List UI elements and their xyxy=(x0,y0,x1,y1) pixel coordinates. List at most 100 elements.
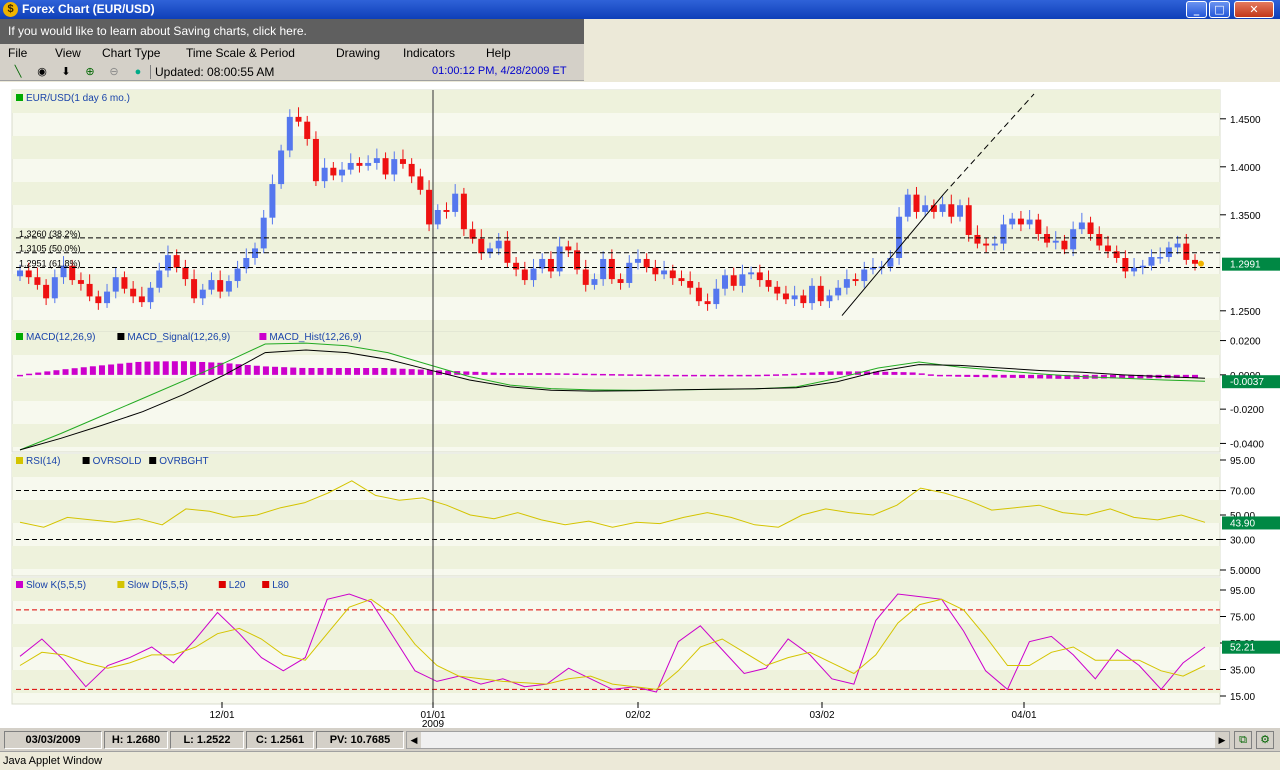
macd-hist-bar xyxy=(290,367,297,375)
candle-body xyxy=(156,270,163,288)
legend-label: Slow K(5,5,5) xyxy=(26,580,86,591)
crosshair-icon[interactable]: ◉ xyxy=(34,64,50,80)
x-tick-label: 04/01 xyxy=(1011,710,1036,721)
toolbar-separator xyxy=(150,65,151,79)
macd-hist-bar xyxy=(982,374,989,378)
candle-body xyxy=(1052,240,1059,243)
macd-hist-bar xyxy=(554,373,561,375)
close-button[interactable]: ✕ xyxy=(1234,1,1274,18)
candle-body xyxy=(800,295,807,304)
empty-header-area xyxy=(584,19,1280,82)
macd-hist-bar xyxy=(98,365,105,375)
candle-body xyxy=(95,296,102,304)
macd-hist-bar xyxy=(17,374,23,377)
macd-hist-bar xyxy=(517,373,524,375)
candle-body xyxy=(730,275,737,286)
maximize-button[interactable]: □ xyxy=(1209,1,1230,18)
candle-body xyxy=(661,270,668,275)
macd-hist-bar xyxy=(135,361,142,375)
horizontal-scrollbar[interactable]: ◀ ▶ xyxy=(406,731,1230,749)
scroll-right-arrow[interactable]: ▶ xyxy=(1215,732,1229,748)
macd-hist-bar xyxy=(882,371,889,375)
market-clock: 01:00:12 PM, 4/28/2009 ET xyxy=(432,65,567,77)
candle-body xyxy=(1148,257,1155,266)
candle-body xyxy=(382,158,389,175)
menu-help[interactable]: Help xyxy=(486,46,511,60)
y-tick-label: -0.0200 xyxy=(1230,405,1264,416)
candle-body xyxy=(782,293,789,300)
candle-body xyxy=(339,169,346,176)
status-date: 03/03/2009 xyxy=(4,731,102,749)
menu-chart-type[interactable]: Chart Type xyxy=(102,46,160,60)
candle-body xyxy=(321,167,328,182)
macd-hist-bar xyxy=(162,361,169,375)
legend-swatch xyxy=(16,333,23,340)
chart-canvas[interactable]: 1.3260 (38.2%) 1.3105 (50.0%) 1.2951 (61.8… xyxy=(0,82,1280,727)
macd-hist-bar xyxy=(581,373,588,376)
macd-hist-bar xyxy=(700,374,707,377)
current-value-label: 43.90 xyxy=(1230,518,1255,529)
candle-body xyxy=(43,284,50,299)
y-tick-label: 95.00 xyxy=(1230,456,1255,467)
candle-body xyxy=(687,281,694,288)
macd-hist-bar xyxy=(918,373,925,375)
macd-hist-bar xyxy=(609,374,616,376)
macd-hist-bar xyxy=(44,371,51,375)
arrow-down-icon[interactable]: ⬇ xyxy=(58,64,74,80)
candle-body xyxy=(643,258,650,268)
menu-indicators[interactable]: Indicators xyxy=(403,46,455,60)
candle-body xyxy=(225,281,232,292)
minimize-button[interactable]: _ xyxy=(1186,1,1207,18)
y-tick-label: 15.00 xyxy=(1230,692,1255,703)
macd-hist-bar xyxy=(499,372,506,375)
globe-icon[interactable]: ● xyxy=(130,64,146,80)
macd-hist-bar xyxy=(782,374,789,376)
menu-file[interactable]: File xyxy=(8,46,27,60)
macd-hist-bar xyxy=(936,374,943,377)
candle-body xyxy=(1061,240,1068,250)
window-layout-icon[interactable]: ⧉ xyxy=(1234,731,1252,749)
window-title-bar[interactable]: $ Forex Chart (EUR/USD) _ □ ✕ xyxy=(0,0,1280,19)
candle-body xyxy=(434,210,441,225)
macd-hist-bar xyxy=(281,367,288,375)
macd-hist-bar xyxy=(472,371,479,375)
macd-hist-bar xyxy=(253,365,260,375)
zoom-in-icon[interactable]: ⊕ xyxy=(82,64,98,80)
menu-time-scale[interactable]: Time Scale & Period xyxy=(186,46,295,60)
macd-hist-bar xyxy=(62,369,69,375)
legend-label: L80 xyxy=(272,580,289,591)
candle-body xyxy=(51,277,58,299)
candle-body xyxy=(904,194,911,217)
macd-hist-bar xyxy=(991,374,998,378)
macd-hist-bar xyxy=(417,369,424,375)
chart-area[interactable]: 1.3260 (38.2%) 1.3105 (50.0%) 1.2951 (61.8… xyxy=(0,82,1280,727)
macd-hist-bar xyxy=(663,374,670,377)
candle-body xyxy=(852,279,859,282)
legend-swatch xyxy=(259,333,267,340)
panel-backgrounds xyxy=(11,89,1221,705)
y-tick-label: 1.2500 xyxy=(1230,307,1261,318)
candle-body xyxy=(25,270,32,278)
scroll-left-arrow[interactable]: ◀ xyxy=(407,732,421,748)
line-tool-icon[interactable]: ╲ xyxy=(10,64,26,80)
x-tick-label: 02/02 xyxy=(625,710,650,721)
macd-hist-bar xyxy=(490,372,497,375)
candle-body xyxy=(634,258,641,263)
legend-swatch xyxy=(16,581,23,588)
x-tick-label: 03/02 xyxy=(809,710,834,721)
info-banner-link[interactable]: If you would like to learn about Saving … xyxy=(0,19,584,44)
candle-body xyxy=(191,279,198,299)
price-marker xyxy=(1198,260,1204,267)
macd-hist-bar xyxy=(1009,374,1016,378)
menu-drawing[interactable]: Drawing xyxy=(336,46,380,60)
panel-band xyxy=(12,624,1220,647)
zoom-out-icon[interactable]: ⊖ xyxy=(106,64,122,80)
macd-hist-bar xyxy=(791,373,798,376)
app-icon: $ xyxy=(3,2,18,17)
menu-view[interactable]: View xyxy=(55,46,81,60)
macd-hist-bar xyxy=(627,374,634,376)
candle-body xyxy=(991,243,998,246)
candle-body xyxy=(147,287,154,303)
settings-icon[interactable]: ⚙ xyxy=(1256,731,1274,749)
candle-body xyxy=(591,279,598,285)
